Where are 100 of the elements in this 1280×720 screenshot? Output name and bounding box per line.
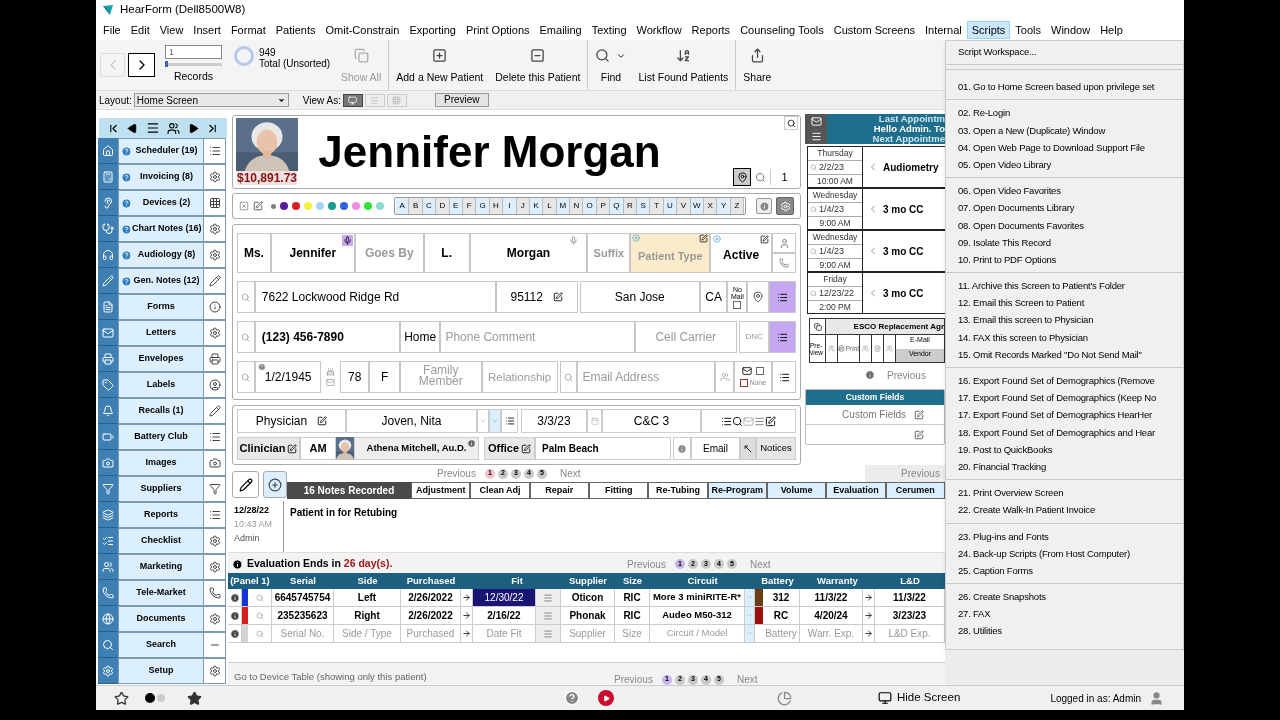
- sex-field[interactable]: F: [369, 361, 400, 393]
- code-field[interactable]: C&C 3: [602, 409, 701, 433]
- menu-item[interactable]: 02. Re-Login: [946, 104, 1183, 122]
- toolbar-button[interactable]: Find: [593, 44, 629, 86]
- letter-button[interactable]: N: [570, 198, 584, 214]
- state-field[interactable]: CA: [699, 281, 728, 313]
- sidebar-item[interactable]: Checklist: [118, 528, 204, 554]
- note-tab[interactable]: Repair: [529, 482, 589, 499]
- sidebar-item[interactable]: Envelopes: [118, 346, 204, 372]
- phone-comment-field[interactable]: Phone Comment: [440, 321, 635, 353]
- sidebar-item[interactable]: Reports: [118, 502, 204, 528]
- note-tab[interactable]: Adjustment: [411, 482, 471, 499]
- title-field[interactable]: Ms.: [237, 233, 271, 273]
- sidebar-item[interactable]: Setup: [118, 658, 204, 684]
- menu-item[interactable]: 17. Export Found Set of Demographics HearHer: [946, 406, 1183, 424]
- menu-item[interactable]: 14. FAX this screen to Physician: [946, 328, 1183, 346]
- previous-link[interactable]: Previous: [887, 367, 926, 383]
- menu-item[interactable]: 08. Open Documents Favorites: [946, 216, 1183, 234]
- zip-field[interactable]: 95112: [495, 281, 578, 313]
- toolbar-button[interactable]: Share: [741, 44, 774, 86]
- menu-item[interactable]: 11. Archive this Screen to Patient's Folder: [946, 277, 1183, 295]
- menu-item[interactable]: 05. Open Video Library: [946, 155, 1183, 174]
- appointment-row[interactable]: Wednesday 1/4/23 9:00 AM 3 mo CC: [808, 230, 945, 272]
- menu-item[interactable]: 10. Print to PDF Options: [946, 250, 1183, 269]
- sidebar-item[interactable]: Images: [118, 450, 204, 476]
- menu-bar-item[interactable]: Internal: [920, 21, 967, 39]
- menu-bar-item[interactable]: Insert: [188, 21, 226, 39]
- sidebar-item[interactable]: Invoicing (8): [118, 164, 204, 190]
- email-field[interactable]: Email Address: [577, 361, 716, 393]
- sidebar-item[interactable]: Labels: [118, 372, 204, 398]
- sidebar-item[interactable]: Audiology (8): [118, 242, 204, 268]
- last-name-field[interactable]: Morgan: [469, 233, 588, 273]
- device-row[interactable]: 235235623 Right 2/26/2022 2/16/22 Phonak RIC Audeo M50-312 RC 4/20/24 3/23/23: [228, 607, 945, 625]
- menu-bar-item[interactable]: Help: [1095, 21, 1128, 39]
- suffix-field[interactable]: Suffix: [587, 233, 631, 273]
- letter-button[interactable]: T: [650, 198, 664, 214]
- menu-item[interactable]: 27. FAX: [946, 605, 1183, 623]
- layout-select[interactable]: Home Screen: [133, 93, 289, 107]
- appointment-row[interactable]: Friday 12/23/22 2:00 PM 3 mo CC: [808, 272, 945, 314]
- city-field[interactable]: San Jose: [579, 281, 700, 313]
- letter-button[interactable]: S: [637, 198, 651, 214]
- sidebar-item[interactable]: Gen. Notes (12): [118, 268, 204, 294]
- letter-button[interactable]: D: [436, 198, 450, 214]
- appointment-row[interactable]: Wednesday 1/4/23 9:00 AM 3 mo CC: [808, 188, 945, 230]
- letter-button[interactable]: Y: [717, 198, 731, 214]
- birth-date-field[interactable]: 1/2/1945: [254, 361, 322, 393]
- previous-link[interactable]: Previous: [437, 466, 476, 481]
- sidebar-item[interactable]: Search: [118, 632, 204, 658]
- menu-bar-item[interactable]: Window: [1046, 21, 1096, 39]
- hide-screen-button[interactable]: Hide Screen: [878, 689, 961, 707]
- menu-bar-item[interactable]: File: [98, 21, 126, 39]
- sidebar-item[interactable]: Marketing: [118, 554, 204, 580]
- date-field[interactable]: 3/3/23: [521, 409, 587, 433]
- sidebar-item[interactable]: Forms: [118, 294, 204, 320]
- menu-bar-item[interactable]: Format: [225, 21, 271, 39]
- note-tab[interactable]: Re-Program: [707, 482, 767, 499]
- menu-bar-item[interactable]: Omit-Constrain: [320, 21, 405, 39]
- next-link[interactable]: Next: [559, 466, 581, 481]
- sidebar-item[interactable]: Chart Notes (16): [118, 216, 204, 242]
- sidebar-item[interactable]: Tele-Market: [118, 580, 204, 606]
- menu-item[interactable]: 06. Open Video Favorites: [946, 182, 1183, 200]
- letter-button[interactable]: A: [396, 198, 410, 214]
- device-row[interactable]: 6645745754 Left 2/26/2022 12/30/22 Oticon RIC More 3 miniRITE-R* 312 11/3/22 11/3/22: [228, 589, 945, 607]
- menu-bar-item[interactable]: Exporting: [404, 21, 461, 39]
- first-name-field[interactable]: Jennifer: [270, 233, 355, 273]
- sidebar-item[interactable]: Recalls (1): [118, 398, 204, 424]
- menu-item[interactable]: 17. Export Found Set of Demographics (Keep No: [946, 389, 1183, 407]
- menu-item[interactable]: 21. Print Overview Screen: [946, 484, 1183, 502]
- goes-by-field[interactable]: Goes By: [354, 233, 424, 273]
- letter-button[interactable]: Q: [610, 198, 624, 214]
- menu-item[interactable]: Script Workspace...: [946, 43, 1183, 61]
- menu-item[interactable]: 28. Utilities: [946, 622, 1183, 640]
- toolbar-button[interactable]: Add a New Patient: [394, 44, 486, 86]
- record-field[interactable]: 1: [165, 45, 222, 60]
- sidebar-item[interactable]: Devices (2): [118, 190, 204, 216]
- device-table-link[interactable]: Go to Device Table (showing only this patient): [234, 671, 427, 682]
- menu-item[interactable]: 13. Email this screen to Physician: [946, 311, 1183, 329]
- note-tab[interactable]: Clean Adj: [470, 482, 530, 499]
- preview-button[interactable]: Preview: [435, 93, 489, 107]
- menu-item[interactable]: 12. Email this Screen to Patient: [946, 294, 1183, 312]
- menu-bar-item[interactable]: Tools: [1010, 21, 1047, 39]
- menu-item[interactable]: 15. Omit Records Marked "Do Not Send Mail": [946, 345, 1183, 363]
- patient-type-field[interactable]: Patient Type: [630, 233, 711, 273]
- menu-item[interactable]: 03. Open a New (Duplicate) Window: [946, 121, 1183, 139]
- physician-field[interactable]: Joven, Nita: [346, 409, 477, 433]
- letter-button[interactable]: B: [409, 198, 423, 214]
- relationship-field[interactable]: Relationship: [481, 361, 558, 393]
- toolbar-button[interactable]: List Found Patients: [636, 44, 731, 86]
- menu-bar-item[interactable]: View: [154, 21, 189, 39]
- note-tab[interactable]: Re-Tubing: [648, 482, 708, 499]
- phone-type-field[interactable]: Home: [399, 321, 441, 353]
- phone-field[interactable]: (123) 456-7890: [254, 321, 400, 353]
- letter-button[interactable]: I: [503, 198, 517, 214]
- menu-bar-item[interactable]: Workflow: [631, 21, 687, 39]
- menu-item[interactable]: 07. Open Documents Library: [946, 199, 1183, 217]
- toolbar-button[interactable]: Delete this Patient: [493, 44, 583, 86]
- letter-button[interactable]: O: [583, 198, 597, 214]
- letter-button[interactable]: V: [677, 198, 691, 214]
- email-button[interactable]: Email: [691, 437, 740, 460]
- fit-cell[interactable]: 12/30/22: [473, 589, 536, 607]
